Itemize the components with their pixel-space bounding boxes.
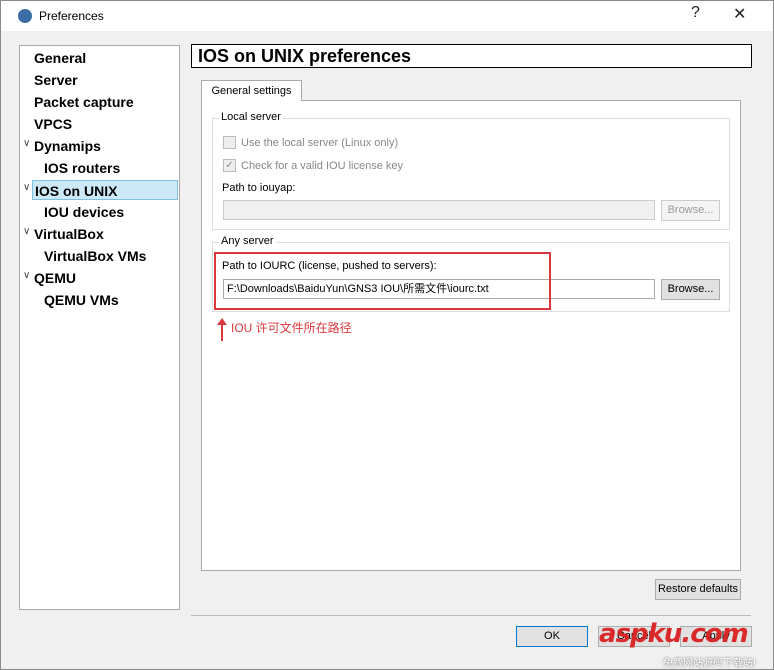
sidebar-item-ios-routers[interactable]: IOS routers <box>44 158 120 178</box>
watermark-subtitle: 免费网站源码下载站! <box>663 658 756 669</box>
window-title: Preferences <box>39 9 104 23</box>
sidebar-item-virtualbox[interactable]: VirtualBox <box>34 224 104 244</box>
chevron-down-icon[interactable]: ∨ <box>23 138 30 149</box>
sidebar-item-label: Packet capture <box>34 94 134 110</box>
sidebar-item-vpcs[interactable]: VPCS <box>34 114 72 134</box>
sidebar-item-label: VPCS <box>34 116 73 132</box>
use-local-server-checkbox[interactable]: Use the local server (Linux only) <box>223 136 398 149</box>
check-license-checkbox[interactable]: ✓ Check for a valid IOU license key <box>223 159 403 172</box>
ok-button[interactable]: OK <box>516 626 588 647</box>
iourc-browse-button[interactable]: Browse... <box>661 279 720 300</box>
sidebar-item-label: General <box>34 50 87 66</box>
sidebar-item-dynamips[interactable]: Dynamips <box>34 136 101 156</box>
sidebar-item-label: VirtualBox <box>34 226 104 242</box>
app-icon <box>18 9 32 23</box>
local-server-title: Local server <box>219 111 283 123</box>
chevron-down-icon[interactable]: ∨ <box>23 182 30 193</box>
sidebar-item-label: VirtualBox VMs <box>44 248 147 264</box>
chevron-down-icon[interactable]: ∨ <box>23 270 30 281</box>
check-license-label: Check for a valid IOU license key <box>241 159 404 172</box>
checkmark-icon: ✓ <box>223 159 236 172</box>
preferences-tree: General Server Packet capture VPCS Dynamips ∨… <box>19 45 180 610</box>
page-title: IOS on UNIX preferences <box>191 44 752 68</box>
iouyap-label: Path to iouyap: <box>222 182 296 194</box>
watermark-logo: aspku.com <box>599 619 749 649</box>
sidebar-item-label: Dynamips <box>34 138 101 154</box>
checkbox-icon <box>223 136 236 149</box>
sidebar-item-label: IOS routers <box>44 160 121 176</box>
sidebar-item-general[interactable]: General <box>34 48 86 68</box>
sidebar-item-iou-devices[interactable]: IOU devices <box>44 202 124 222</box>
local-server-group: Local server Use the local server (Linux… <box>212 111 730 230</box>
preferences-dialog: Preferences ? ✕ General Server Packet capt… <box>0 0 774 670</box>
divider <box>191 615 751 616</box>
sidebar-item-label: Server <box>34 72 78 88</box>
sidebar-item-qemu-vms[interactable]: QEMU VMs <box>44 290 119 310</box>
help-button[interactable]: ? <box>691 4 700 22</box>
title-bar: Preferences ? ✕ <box>1 1 773 31</box>
close-button[interactable]: ✕ <box>733 4 746 24</box>
sidebar-item-label: IOS on UNIX <box>35 183 118 199</box>
iouyap-path-input[interactable] <box>223 200 655 220</box>
arrow-up-icon <box>217 318 227 341</box>
annotation-highlight-box <box>214 252 551 310</box>
chevron-down-icon[interactable]: ∨ <box>23 226 30 237</box>
sidebar-item-qemu[interactable]: QEMU <box>34 268 76 288</box>
tab-general-settings[interactable]: General settings <box>201 80 302 101</box>
use-local-label: Use the local server (Linux only) <box>241 136 399 149</box>
sidebar-item-label: QEMU <box>34 270 76 286</box>
sidebar-item-virtualbox-vms[interactable]: VirtualBox VMs <box>44 246 146 266</box>
restore-defaults-button[interactable]: Restore defaults <box>655 579 741 600</box>
sidebar-item-ios-on-unix[interactable]: IOS on UNIX <box>32 180 178 200</box>
any-server-title: Any server <box>219 235 276 247</box>
sidebar-item-packet-capture[interactable]: Packet capture <box>34 92 134 112</box>
sidebar-item-server[interactable]: Server <box>34 70 78 90</box>
sidebar-item-label: IOU devices <box>44 204 125 220</box>
sidebar-item-label: QEMU VMs <box>44 292 119 308</box>
iouyap-browse-button[interactable]: Browse... <box>661 200 720 221</box>
annotation-text: IOU 许可文件所在路径 <box>231 321 352 335</box>
